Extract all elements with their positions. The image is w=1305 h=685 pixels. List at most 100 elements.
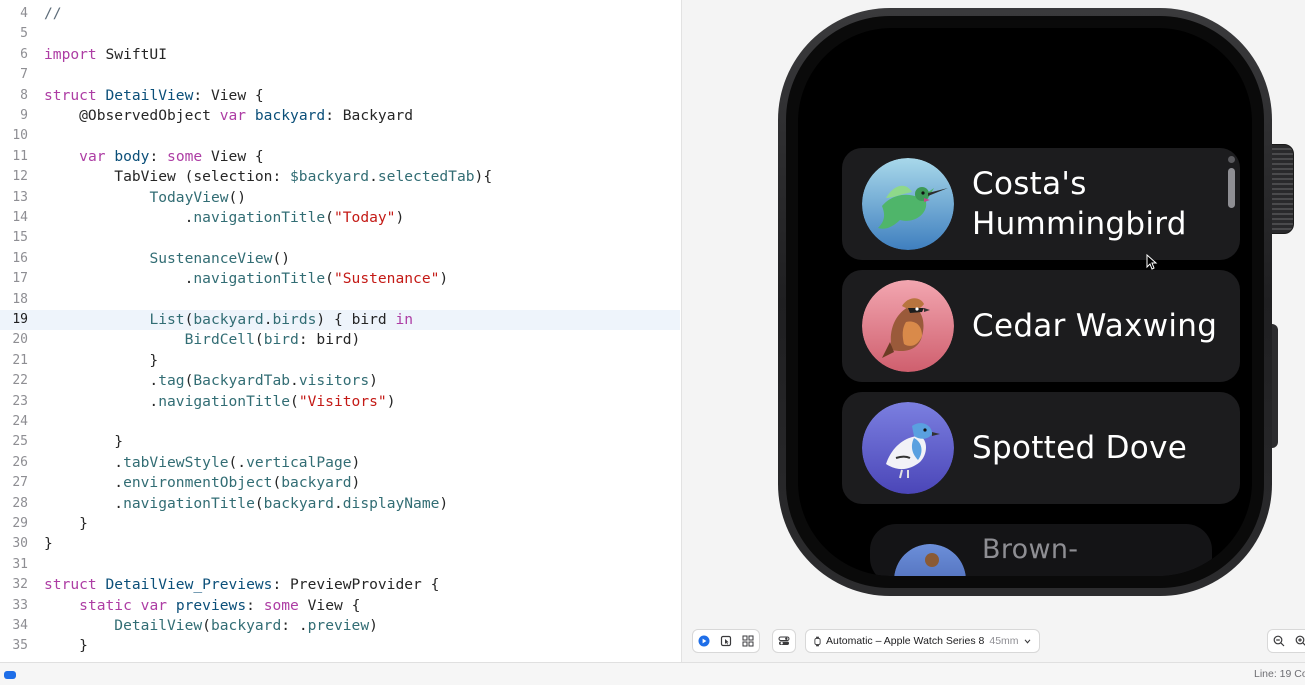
line-number: 27 bbox=[12, 475, 28, 491]
code-token: . bbox=[44, 453, 124, 471]
line-number: 8 bbox=[20, 87, 28, 103]
line-number: 9 bbox=[20, 108, 28, 123]
device-name: Automatic – Apple Watch Series 8 bbox=[826, 635, 985, 647]
code-line[interactable]: 5 bbox=[0, 24, 680, 44]
code-token: navigationTitle bbox=[193, 270, 326, 288]
bird-cell[interactable]: Cedar Waxwing bbox=[842, 270, 1240, 382]
line-number: 35 bbox=[12, 638, 28, 654]
code-line[interactable]: 17 .navigationTitle("Sustenance") bbox=[0, 269, 680, 289]
code-token: ) bbox=[395, 209, 405, 226]
code-text: // bbox=[44, 4, 62, 24]
code-token: } bbox=[44, 535, 53, 553]
zoom-out-button[interactable] bbox=[1269, 631, 1289, 651]
bird-icon bbox=[894, 544, 966, 576]
code-text: .navigationTitle("Sustenance") bbox=[44, 269, 449, 289]
code-text: BirdCell(bird: bird) bbox=[44, 330, 361, 350]
activity-indicator-icon[interactable] bbox=[4, 671, 16, 679]
code-line[interactable]: 24 bbox=[0, 412, 680, 432]
code-token: } bbox=[44, 433, 124, 451]
code-line[interactable]: 13 TodayView() bbox=[0, 188, 680, 208]
bird-cell[interactable]: Brown- bbox=[870, 524, 1212, 576]
code-token: DetailView_Previews bbox=[105, 576, 273, 594]
line-number: 23 bbox=[12, 393, 28, 409]
zoom-in-button[interactable] bbox=[1291, 631, 1305, 651]
code-token: BirdCell bbox=[184, 331, 255, 349]
code-line[interactable]: 25 } bbox=[0, 432, 680, 452]
code-line[interactable]: 26 .tabViewStyle(.verticalPage) bbox=[0, 453, 680, 473]
code-line[interactable]: 19 List(backyard.birds) { bird in bbox=[0, 310, 680, 331]
code-line[interactable]: 10 bbox=[0, 126, 680, 146]
code-line[interactable]: 21 } bbox=[0, 351, 680, 371]
line-number: 12 bbox=[12, 169, 28, 185]
device-selector[interactable]: Automatic – Apple Watch Series 8 45mm bbox=[805, 629, 1040, 653]
line-number: 4 bbox=[20, 6, 28, 21]
code-token: // bbox=[44, 5, 62, 22]
code-line[interactable]: 14 .navigationTitle("Today") bbox=[0, 208, 680, 228]
code-line[interactable]: 12 TabView (selection: $backyard.selecte… bbox=[0, 167, 680, 187]
line-number: 6 bbox=[20, 46, 28, 62]
code-line[interactable]: 7 bbox=[0, 65, 680, 85]
bird-cell[interactable]: Costa's Hummingbird bbox=[842, 148, 1240, 260]
scroll-thumb[interactable] bbox=[1228, 168, 1235, 208]
line-number: 10 bbox=[12, 128, 28, 144]
code-token: selectedTab bbox=[377, 168, 475, 186]
code-token: . bbox=[44, 494, 124, 512]
code-token: . bbox=[44, 372, 159, 390]
code-line[interactable]: 6 import SwiftUI bbox=[0, 45, 680, 65]
selectable-preview-icon bbox=[720, 635, 732, 647]
code-line[interactable]: 16 SustenanceView() bbox=[0, 249, 680, 269]
code-token: ) bbox=[386, 392, 396, 410]
code-line[interactable]: 33 static var previews: some View { bbox=[0, 596, 680, 616]
code-token: navigationTitle bbox=[158, 392, 291, 410]
bird-name: Cedar Waxwing bbox=[972, 308, 1218, 344]
code-line[interactable]: 22 .tag(BackyardTab.visitors) bbox=[0, 371, 680, 391]
code-text: .navigationTitle("Visitors") bbox=[44, 392, 396, 412]
code-line[interactable]: 28 .navigationTitle(backyard.displayName… bbox=[0, 494, 680, 514]
code-text: } bbox=[44, 636, 88, 656]
code-text: } bbox=[44, 432, 123, 452]
code-token: ) bbox=[439, 270, 449, 288]
code-line[interactable]: 20 BirdCell(bird: bird) bbox=[0, 330, 680, 350]
code-line[interactable]: 35 } bbox=[0, 636, 680, 656]
bird-cell[interactable]: Spotted Dove bbox=[842, 392, 1240, 504]
line-number: 20 bbox=[12, 332, 28, 348]
device-settings-group bbox=[772, 629, 796, 653]
code-line[interactable]: 23 .navigationTitle("Visitors") bbox=[0, 392, 680, 412]
chevron-down-icon bbox=[1024, 638, 1030, 644]
watch-screen[interactable]: Costa's Hummingbird Cedar Waxwing Spotte… bbox=[798, 28, 1252, 576]
bird-name: Spotted Dove bbox=[972, 430, 1188, 466]
code-token: ( bbox=[254, 494, 264, 512]
watch-icon bbox=[814, 636, 821, 646]
code-token: . bbox=[44, 270, 194, 288]
code-line[interactable]: 34 DetailView(backyard: .preview) bbox=[0, 616, 680, 636]
code-token: (. bbox=[228, 453, 247, 471]
code-text: .tag(BackyardTab.visitors) bbox=[44, 371, 378, 391]
code-line[interactable]: 11 var body: some View { bbox=[0, 147, 680, 167]
code-line[interactable]: 30} bbox=[0, 534, 680, 554]
code-editor[interactable]: 4 // 5 6 import SwiftUI 7 8 struct DetailView: … bbox=[0, 0, 680, 662]
device-settings-button[interactable] bbox=[774, 631, 794, 651]
code-text: .navigationTitle(backyard.displayName) bbox=[44, 494, 448, 514]
code-token: static bbox=[79, 596, 132, 614]
code-text: TodayView() bbox=[44, 188, 246, 208]
code-line[interactable]: 18 bbox=[0, 290, 680, 310]
code-line[interactable]: 32 struct DetailView_Previews: PreviewPro… bbox=[0, 575, 680, 595]
live-preview-button[interactable] bbox=[694, 631, 714, 651]
variants-button[interactable] bbox=[738, 631, 758, 651]
code-token: var bbox=[79, 147, 106, 165]
code-token: "Sustenance" bbox=[333, 270, 440, 288]
code-token: TodayView bbox=[149, 188, 229, 206]
code-line[interactable]: 29 } bbox=[0, 514, 680, 534]
code-line[interactable]: 27 .environmentObject(backyard) bbox=[0, 473, 680, 493]
code-token: : bird) bbox=[298, 331, 361, 349]
code-line[interactable]: 15 bbox=[0, 228, 680, 248]
bird-name: Costa's Hummingbird bbox=[972, 166, 1187, 242]
code-line[interactable]: 4 // bbox=[0, 4, 680, 24]
code-line[interactable]: 31 bbox=[0, 555, 680, 575]
code-line[interactable]: 8 struct DetailView: View { bbox=[0, 86, 680, 106]
line-number: 24 bbox=[12, 414, 28, 429]
selectable-preview-button[interactable] bbox=[716, 631, 736, 651]
bird-name: Brown- bbox=[982, 534, 1079, 565]
code-line[interactable]: 9 @ObservedObject var backyard: Backyard bbox=[0, 106, 680, 126]
